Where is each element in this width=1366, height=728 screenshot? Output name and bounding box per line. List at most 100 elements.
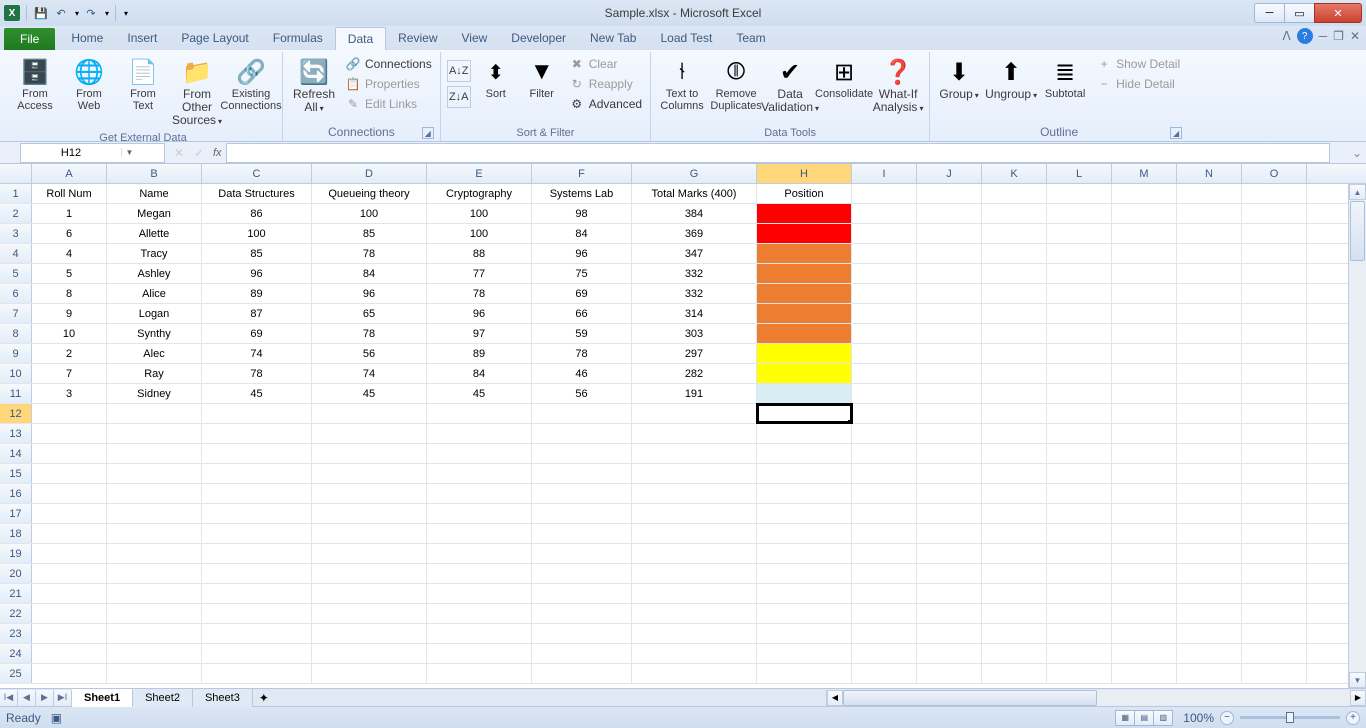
cell[interactable]: Queueing theory [312, 184, 427, 203]
cell[interactable] [982, 344, 1047, 363]
cell[interactable] [312, 624, 427, 643]
cell[interactable] [852, 244, 917, 263]
cell[interactable] [1242, 324, 1307, 343]
column-header[interactable]: A [32, 164, 107, 183]
prev-sheet-button[interactable]: ◀ [18, 690, 36, 706]
cell[interactable] [917, 324, 982, 343]
cell[interactable] [1112, 364, 1177, 383]
cell[interactable]: 9 [32, 304, 107, 323]
cell[interactable] [32, 444, 107, 463]
cell[interactable] [917, 184, 982, 203]
cell[interactable] [107, 424, 202, 443]
cell[interactable] [532, 544, 632, 563]
cell[interactable]: Tracy [107, 244, 202, 263]
cell[interactable] [1112, 504, 1177, 523]
cell[interactable] [1112, 604, 1177, 623]
row-header[interactable]: 3 [0, 224, 32, 243]
redo-icon[interactable]: ↷ [83, 5, 99, 21]
cell[interactable] [982, 524, 1047, 543]
cell[interactable] [1047, 624, 1112, 643]
cell[interactable] [312, 584, 427, 603]
edit-links-button[interactable]: ✎Edit Links [343, 94, 434, 114]
cell[interactable] [852, 464, 917, 483]
cell[interactable] [757, 304, 852, 323]
cell[interactable] [917, 564, 982, 583]
cell[interactable] [1047, 444, 1112, 463]
cell[interactable]: 69 [532, 284, 632, 303]
cell[interactable] [1112, 624, 1177, 643]
maximize-button[interactable]: ▭ [1284, 3, 1314, 23]
cell[interactable] [1047, 664, 1112, 683]
cell[interactable] [1177, 404, 1242, 423]
cell[interactable] [1047, 184, 1112, 203]
file-tab[interactable]: File [4, 28, 55, 50]
cell[interactable] [852, 604, 917, 623]
cell[interactable] [1242, 584, 1307, 603]
cell[interactable] [1047, 364, 1112, 383]
cell[interactable] [982, 564, 1047, 583]
cell[interactable]: 65 [312, 304, 427, 323]
scroll-thumb[interactable] [843, 690, 1097, 706]
cell[interactable] [1177, 564, 1242, 583]
cell[interactable] [32, 544, 107, 563]
cell[interactable]: 86 [202, 204, 312, 223]
cell[interactable] [32, 464, 107, 483]
cell[interactable] [202, 564, 312, 583]
cell[interactable]: 45 [427, 384, 532, 403]
cell[interactable] [532, 464, 632, 483]
cell[interactable] [632, 524, 757, 543]
column-header[interactable]: G [632, 164, 757, 183]
cell[interactable]: 78 [427, 284, 532, 303]
cell[interactable]: 85 [312, 224, 427, 243]
cell[interactable] [107, 644, 202, 663]
cell[interactable] [917, 344, 982, 363]
cell[interactable] [632, 464, 757, 483]
cell[interactable]: 77 [427, 264, 532, 283]
cell[interactable] [757, 644, 852, 663]
cell[interactable]: Cryptography [427, 184, 532, 203]
text-to-columns-button[interactable]: ⫮Text to Columns [657, 54, 707, 114]
cell[interactable] [1242, 364, 1307, 383]
what-if-button[interactable]: ❓What-If Analysis▾ [873, 54, 923, 116]
cell[interactable] [427, 444, 532, 463]
cell[interactable] [427, 524, 532, 543]
workbook-close-icon[interactable]: ✕ [1350, 29, 1360, 43]
cell[interactable] [757, 664, 852, 683]
cell[interactable] [1112, 644, 1177, 663]
cell[interactable] [917, 404, 982, 423]
cell[interactable] [1242, 244, 1307, 263]
cell[interactable]: Allette [107, 224, 202, 243]
cell[interactable] [32, 664, 107, 683]
cell[interactable] [1047, 464, 1112, 483]
column-header[interactable]: D [312, 164, 427, 183]
cell[interactable] [1047, 504, 1112, 523]
cell[interactable] [312, 404, 427, 423]
cell[interactable]: 314 [632, 304, 757, 323]
cell[interactable] [757, 424, 852, 443]
cell[interactable]: 75 [532, 264, 632, 283]
cell[interactable] [532, 524, 632, 543]
cell[interactable] [1177, 204, 1242, 223]
cell[interactable]: 45 [312, 384, 427, 403]
cell[interactable] [982, 664, 1047, 683]
cell[interactable] [1177, 424, 1242, 443]
cell[interactable] [1112, 584, 1177, 603]
cell[interactable]: 297 [632, 344, 757, 363]
next-sheet-button[interactable]: ▶ [36, 690, 54, 706]
cell[interactable]: 96 [532, 244, 632, 263]
cell[interactable] [982, 644, 1047, 663]
cell[interactable] [1177, 624, 1242, 643]
cell[interactable]: 89 [427, 344, 532, 363]
cell[interactable] [1242, 624, 1307, 643]
cell[interactable] [427, 484, 532, 503]
cell[interactable] [1047, 224, 1112, 243]
cell[interactable] [982, 304, 1047, 323]
cell[interactable]: 8 [32, 284, 107, 303]
sheet-tab[interactable]: Sheet1 [72, 689, 133, 707]
row-header[interactable]: 8 [0, 324, 32, 343]
cell[interactable] [757, 504, 852, 523]
cell[interactable] [982, 444, 1047, 463]
cell[interactable] [32, 564, 107, 583]
undo-dropdown-icon[interactable]: ▾ [75, 9, 79, 18]
cell[interactable] [1177, 524, 1242, 543]
